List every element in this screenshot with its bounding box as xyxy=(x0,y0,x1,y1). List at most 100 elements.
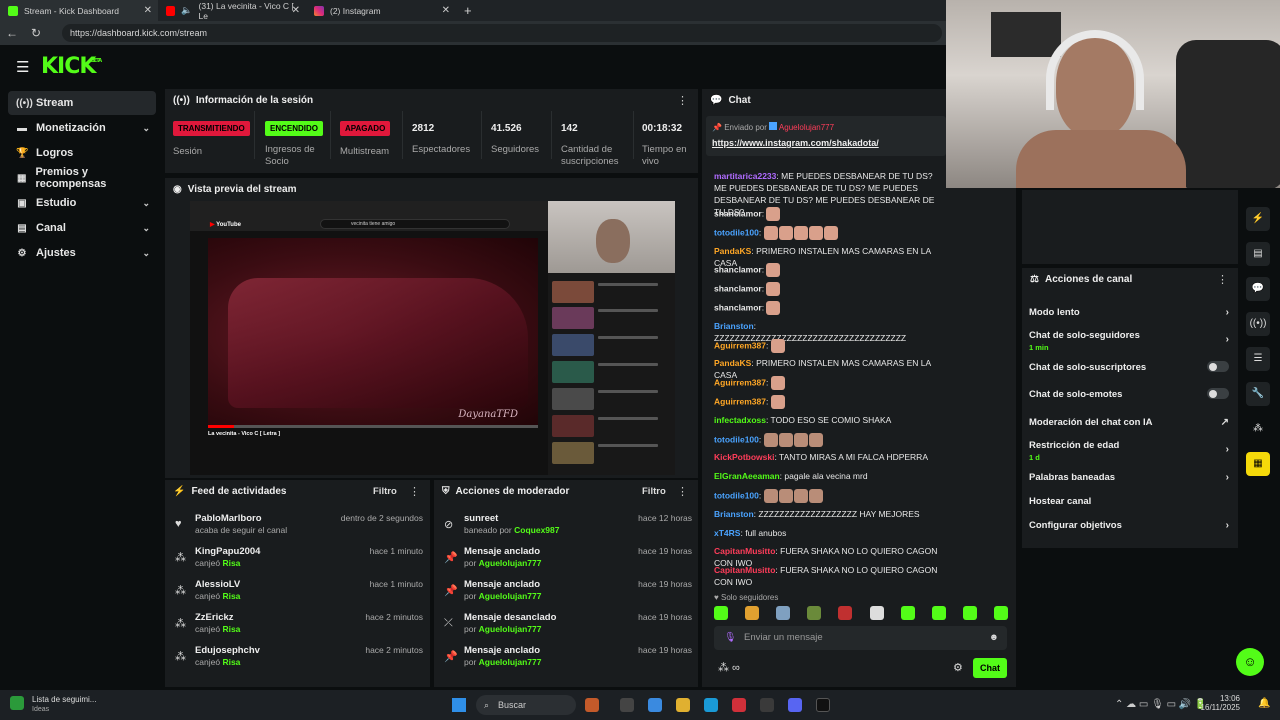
url-field[interactable]: https://dashboard.kick.com/stream xyxy=(62,24,942,42)
followers-only-item[interactable]: Chat de solo-seguidores 1 min › xyxy=(1029,330,1229,352)
tab-stream[interactable]: Stream - Kick Dashboard ✕ xyxy=(0,0,158,21)
emote-icon[interactable] xyxy=(931,606,946,620)
rail-chat-icon[interactable]: 💬 xyxy=(1246,277,1270,301)
pinned-by-user[interactable]: Aguelolujan777 xyxy=(779,123,834,132)
close-icon[interactable]: ✕ xyxy=(442,5,450,16)
close-icon[interactable]: ✕ xyxy=(292,5,300,16)
recommendation-thumb[interactable] xyxy=(552,388,594,410)
mod-action-title[interactable]: Mensaje anclado xyxy=(464,579,540,590)
send-chat-button[interactable]: Chat xyxy=(973,658,1007,678)
chat-username[interactable]: Aguirrem387 xyxy=(714,377,766,387)
moderator-name[interactable]: Aguelolujan777 xyxy=(479,657,542,667)
app-icon[interactable] xyxy=(648,698,662,712)
rail-apps-icon[interactable]: ⁂ xyxy=(1246,417,1270,441)
sidebar-item-monetizacion[interactable]: ▬ Monetización ⌄ xyxy=(8,116,156,140)
chat-username[interactable]: CapitanMusitto xyxy=(714,565,775,575)
rail-wrench-icon[interactable]: 🔧 xyxy=(1246,382,1270,406)
chat-username[interactable]: martitarica2233 xyxy=(714,171,776,181)
folder-icon[interactable] xyxy=(676,698,690,712)
recommendation-thumb[interactable] xyxy=(552,307,594,329)
emote-icon[interactable] xyxy=(869,606,884,620)
slow-mode-item[interactable]: Modo lento › xyxy=(1029,307,1229,318)
ai-moderation-item[interactable]: Moderación del chat con IA ↗ xyxy=(1029,417,1229,428)
sidebar-item-stream[interactable]: ((•)) Stream xyxy=(8,91,156,115)
video-progress-bar[interactable] xyxy=(208,425,538,428)
feed-user[interactable]: KingPapu2004 xyxy=(195,546,260,557)
chat-input[interactable]: 🎙 Enviar un mensaje ☻ xyxy=(714,626,1007,650)
emote-icon[interactable] xyxy=(745,606,760,620)
feed-user[interactable]: AlessioLV xyxy=(195,579,240,590)
emotes-only-toggle[interactable] xyxy=(1207,388,1229,399)
rail-notes-icon[interactable]: ▤ xyxy=(1246,242,1270,266)
subscribers-only-toggle[interactable] xyxy=(1207,361,1229,372)
emote-icon[interactable] xyxy=(962,606,977,620)
recommendation-thumb[interactable] xyxy=(552,415,594,437)
chat-settings-icon[interactable]: ⚙ xyxy=(953,661,963,674)
chat-username[interactable]: totodile100 xyxy=(714,227,759,237)
tab-instagram[interactable]: (2) Instagram ✕ xyxy=(306,0,456,21)
moderator-name[interactable]: Aguelolujan777 xyxy=(479,558,542,568)
chat-username[interactable]: infectadxoss xyxy=(714,415,766,425)
mic-icon[interactable]: 🎙 xyxy=(724,626,736,650)
chat-username[interactable]: Brianston xyxy=(714,509,754,519)
sidebar-item-canal[interactable]: ▤ Canal ⌄ xyxy=(8,216,156,240)
moderator-name[interactable]: Aguelolujan777 xyxy=(479,624,542,634)
clock[interactable]: 13:06 16/11/2025 xyxy=(1200,694,1240,712)
menu-icon[interactable]: ☰ xyxy=(16,58,29,76)
app-icon[interactable] xyxy=(585,698,599,712)
stream-preview[interactable]: ▶ YouTube vecinita tiene amigo DayanaTFD… xyxy=(190,201,675,475)
support-button[interactable]: ☺ xyxy=(1236,648,1264,676)
pinned-link[interactable]: https://www.instagram.com/shakadota/ xyxy=(712,138,879,148)
sidebar-item-logros[interactable]: 🏆 Logros xyxy=(8,141,156,165)
age-restriction-item[interactable]: Restricción de edad 1 d › xyxy=(1029,440,1229,462)
recommendation-thumb[interactable] xyxy=(552,361,594,383)
filter-button[interactable]: Filtro xyxy=(642,486,666,497)
chat-username[interactable]: totodile100 xyxy=(714,434,759,444)
speaker-icon[interactable]: 🔈 xyxy=(181,5,192,16)
chat-username[interactable]: shanclamor xyxy=(714,302,762,312)
chat-username[interactable]: shanclamor xyxy=(714,283,762,293)
mod-action-title[interactable]: sunreet xyxy=(464,513,498,524)
chat-username[interactable]: Brianston xyxy=(714,321,754,331)
banned-words-item[interactable]: Palabras baneadas › xyxy=(1029,472,1229,483)
more-options-icon[interactable]: ⋮ xyxy=(677,485,688,498)
back-icon[interactable]: ← xyxy=(2,26,22,40)
feed-user[interactable]: PabloMarlboro xyxy=(195,513,262,524)
chat-username[interactable]: shanclamor xyxy=(714,208,762,218)
emote-icon[interactable] xyxy=(714,606,728,620)
new-tab-button[interactable]: + xyxy=(456,0,480,21)
more-options-icon[interactable]: ⋮ xyxy=(677,94,688,107)
app-icon[interactable] xyxy=(620,698,634,712)
feed-user[interactable]: Edujosephchv xyxy=(195,645,260,656)
edge-icon[interactable] xyxy=(704,698,718,712)
rail-broadcast-icon[interactable]: ((•)) xyxy=(1246,312,1270,336)
sidebar-item-premios[interactable]: ▦ Premios y recompensas xyxy=(8,166,156,190)
emoji-icon[interactable]: ☻ xyxy=(989,626,999,650)
filter-button[interactable]: Filtro xyxy=(373,486,397,497)
mod-action-title[interactable]: Mensaje anclado xyxy=(464,546,540,557)
mod-action-title[interactable]: Mensaje desanclado xyxy=(464,612,556,623)
rail-flash-icon[interactable]: ⚡ xyxy=(1246,207,1270,231)
chat-username[interactable]: PandaKS xyxy=(714,358,751,368)
chat-tools-icon[interactable]: ⁂ ∞ xyxy=(718,661,740,674)
sidebar-item-estudio[interactable]: ▣ Estudio ⌄ xyxy=(8,191,156,215)
app-icon[interactable] xyxy=(816,698,830,712)
more-options-icon[interactable]: ⋮ xyxy=(409,485,420,498)
chat-username[interactable]: shanclamor xyxy=(714,265,762,275)
emote-icon[interactable] xyxy=(807,606,822,620)
emote-icon[interactable] xyxy=(838,606,853,620)
close-icon[interactable]: ✕ xyxy=(144,5,152,16)
start-button[interactable] xyxy=(452,698,466,712)
mod-action-title[interactable]: Mensaje anclado xyxy=(464,645,540,656)
emote-icon[interactable] xyxy=(776,606,791,620)
chat-username[interactable]: xT4RS xyxy=(714,528,740,538)
tab-youtube[interactable]: 🔈 (31) La vecinita - Vico C [ Le ✕ xyxy=(158,0,306,21)
chrome-icon[interactable] xyxy=(760,698,774,712)
chat-username[interactable]: Aguirrem387 xyxy=(714,340,766,350)
chat-username[interactable]: Aguirrem387 xyxy=(714,396,766,406)
chat-username[interactable]: PandaKS xyxy=(714,246,751,256)
sidebar-item-ajustes[interactable]: ⚙ Ajustes ⌄ xyxy=(8,241,156,265)
host-channel-item[interactable]: Hostear canal xyxy=(1029,496,1229,507)
rail-list-icon[interactable]: ☰ xyxy=(1246,347,1270,371)
emote-icon[interactable] xyxy=(993,606,1008,620)
